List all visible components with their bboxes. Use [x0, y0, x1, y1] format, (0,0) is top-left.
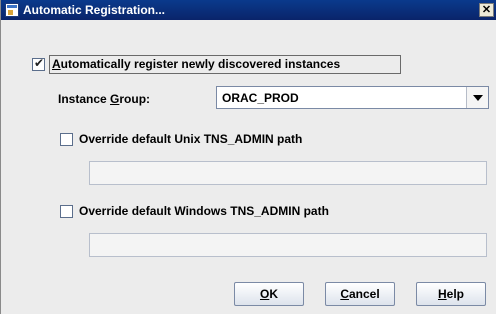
auto-register-label[interactable]: Automatically register newly discovered …	[52, 57, 340, 71]
automatic-registration-dialog: Automatic Registration... ✕ ✔ Automatica…	[0, 0, 496, 314]
app-window-icon	[5, 3, 19, 17]
unix-tns-admin-path-field[interactable]	[89, 161, 487, 185]
title-bar[interactable]: Automatic Registration... ✕	[1, 0, 496, 20]
auto-register-checkbox[interactable]: ✔	[32, 56, 45, 71]
instance-group-dropdown[interactable]: ORAC_PROD	[216, 86, 489, 109]
instance-group-value: ORAC_PROD	[222, 91, 299, 105]
windows-tns-admin-path-field[interactable]	[89, 233, 487, 257]
unix-override-checkbox[interactable]	[60, 133, 73, 146]
chevron-down-icon[interactable]	[466, 87, 488, 108]
windows-override-label[interactable]: Override default Windows TNS_ADMIN path	[79, 204, 329, 218]
cancel-button[interactable]: Cancel	[325, 282, 395, 306]
windows-override-checkbox[interactable]	[60, 205, 73, 218]
ok-button[interactable]: OK	[234, 282, 304, 306]
window-title: Automatic Registration...	[23, 3, 166, 17]
help-button[interactable]: Help	[416, 282, 486, 306]
checkmark-icon: ✔	[34, 56, 45, 70]
instance-group-label: Instance Group:	[58, 92, 151, 106]
unix-override-label[interactable]: Override default Unix TNS_ADMIN path	[79, 132, 302, 146]
close-button[interactable]: ✕	[479, 3, 494, 17]
close-icon: ✕	[481, 4, 492, 16]
